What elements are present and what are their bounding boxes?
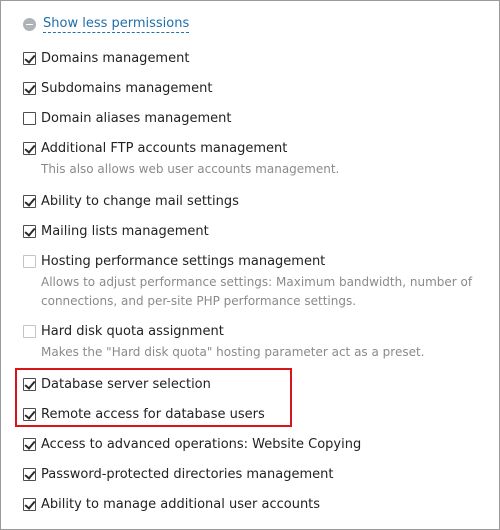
permission-label: Hosting performance settings management <box>41 253 326 269</box>
checkbox[interactable] <box>23 51 36 65</box>
checkbox[interactable] <box>23 407 36 421</box>
permission-hard-disk-quota-assignment: Hard disk quota assignment Makes the "Ha… <box>23 322 493 362</box>
checkbox[interactable] <box>23 437 36 451</box>
permission-label: Ability to change mail settings <box>41 193 239 209</box>
permission-label: Mailing lists management <box>41 223 209 239</box>
checkbox[interactable] <box>23 141 36 155</box>
permission-label: Additional FTP accounts management <box>41 140 288 156</box>
permission-label: Hard disk quota assignment <box>41 323 224 339</box>
permission-description: This also allows web user accounts manag… <box>41 162 340 176</box>
permission-hosting-performance-settings: Hosting performance settings management … <box>23 252 493 311</box>
checkbox <box>23 324 36 338</box>
permission-label: Remote access for database users <box>41 406 265 422</box>
checkbox[interactable] <box>23 497 36 511</box>
toggle-label[interactable]: Show less permissions <box>43 16 190 33</box>
permission-label: Access to advanced operations: Website C… <box>41 436 362 452</box>
permission-password-protected-directories: Password-protected directories managemen… <box>23 465 493 483</box>
checkbox[interactable] <box>23 467 36 481</box>
permission-manage-additional-user-accounts: Ability to manage additional user accoun… <box>23 495 493 513</box>
permission-label: Password-protected directories managemen… <box>41 466 334 482</box>
permission-description: Allows to adjust performance settings: M… <box>41 275 473 308</box>
checkbox[interactable] <box>23 194 36 208</box>
checkbox[interactable] <box>23 377 36 391</box>
checkbox <box>23 254 36 268</box>
permission-additional-ftp-accounts: Additional FTP accounts management This … <box>23 139 493 179</box>
permission-label: Database server selection <box>41 376 211 392</box>
permission-description: Makes the "Hard disk quota" hosting para… <box>41 345 425 359</box>
permission-label: Domain aliases management <box>41 110 232 126</box>
permission-mailing-lists-management: Mailing lists management <box>23 222 493 240</box>
permission-domain-aliases-management: Domain aliases management <box>23 109 493 127</box>
permission-database-server-selection: Database server selection <box>23 375 493 393</box>
permission-website-copying: Access to advanced operations: Website C… <box>23 435 493 453</box>
permission-label: Subdomains management <box>41 80 213 96</box>
permission-label: Ability to manage additional user accoun… <box>41 496 321 512</box>
permission-change-mail-settings: Ability to change mail settings <box>23 192 493 210</box>
permission-label: Domains management <box>41 50 190 66</box>
permissions-panel: Show less permissions Domains management… <box>0 0 500 530</box>
permission-domains-management: Domains management <box>23 49 493 67</box>
permission-remote-access-database-users: Remote access for database users <box>23 405 493 423</box>
permission-subdomains-management: Subdomains management <box>23 79 493 97</box>
collapse-minus-icon <box>23 17 36 31</box>
show-less-permissions-toggle[interactable]: Show less permissions <box>23 14 190 34</box>
checkbox[interactable] <box>23 81 36 95</box>
checkbox[interactable] <box>23 224 36 238</box>
checkbox[interactable] <box>23 111 36 125</box>
